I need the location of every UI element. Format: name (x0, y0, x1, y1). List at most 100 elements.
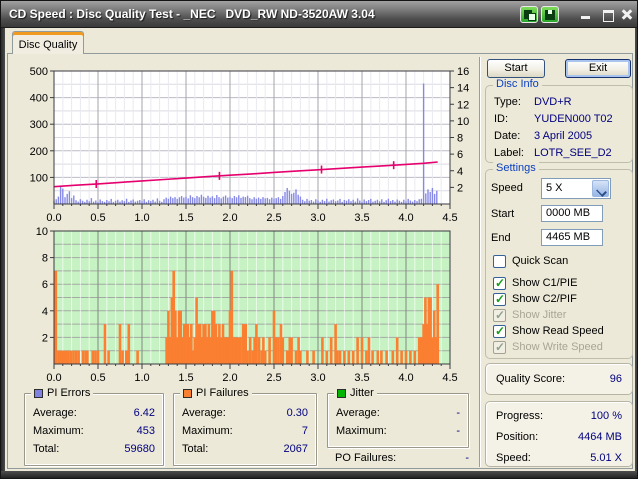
stat-row: Average: - (336, 406, 460, 424)
checkbox-icon (493, 324, 506, 338)
titlebar: CD Speed : Disc Quality Test - _NEC DVD_… (1, 1, 637, 28)
svg-text:12: 12 (457, 99, 469, 111)
svg-text:0.0: 0.0 (46, 372, 61, 384)
disc-info-value: LOTR_SEE_D2 (534, 147, 612, 159)
stat-label: Maximum: (336, 425, 387, 437)
start-button-label: Start (504, 62, 528, 74)
stat-label: Total: (182, 443, 209, 455)
disc-info-label: ID: (494, 113, 509, 125)
speed-select-value: 5 X (546, 182, 563, 194)
disc-info-row: Label: LOTR_SEE_D2 (494, 147, 624, 162)
svg-text:4: 4 (457, 166, 463, 178)
progress-value: 100 % (590, 410, 622, 422)
svg-text:3.5: 3.5 (354, 372, 369, 384)
svg-text:500: 500 (30, 66, 48, 78)
minimize-button[interactable] (579, 8, 593, 21)
checkbox-icon (493, 276, 506, 290)
svg-text:10: 10 (36, 226, 48, 238)
checkbox-label: Show C2/PIF (512, 293, 577, 305)
pi-failures-chart: 2 4 6 8 10 0.0 0.5 1.0 1.5 2.0 2.5 3.0 3.5 4.0 4.5 (7, 223, 477, 385)
tab-disc-quality[interactable]: Disc Quality (12, 31, 84, 54)
chevron-down-icon[interactable] (592, 180, 609, 197)
svg-text:2.0: 2.0 (222, 372, 237, 384)
svg-text:8: 8 (457, 133, 463, 145)
speed-label: Speed (491, 182, 523, 194)
disc-info-value: YUDEN000 T02 (534, 113, 613, 125)
jitter-title: Jitter (350, 387, 374, 399)
svg-text:2.5: 2.5 (266, 372, 281, 384)
po-failures-label: PO Failures: (335, 452, 397, 464)
checkbox-icon (493, 340, 506, 354)
pi-failures-title: PI Failures (196, 387, 249, 399)
jitter-box: Jitter Average: - Maximum: - (327, 387, 469, 448)
svg-text:10: 10 (457, 116, 469, 128)
start-label: Start (491, 208, 515, 220)
svg-text:1.5: 1.5 (178, 372, 193, 384)
end-position-field[interactable]: 4465 MB (541, 229, 603, 246)
status-box: Progress: 100 % Position: 4464 MB Speed:… (485, 401, 633, 467)
speed-label-status: Speed: (496, 452, 531, 464)
speed-value: 5.01 X (590, 452, 622, 464)
svg-text:6: 6 (457, 149, 463, 161)
stat-row: Total: 59680 (33, 442, 155, 460)
checkbox-icon (493, 308, 506, 322)
checkbox-label: Show Read Speed (512, 325, 604, 337)
svg-text:100: 100 (30, 172, 48, 184)
disc-info-label: Type: (494, 96, 521, 108)
svg-text:300: 300 (30, 119, 48, 131)
checkbox-icon (493, 255, 506, 268)
disc-info-value: DVD+R (534, 96, 572, 108)
pi-errors-box: PI Errors Average: 6.42 Maximum: 453 Total… (24, 387, 164, 466)
pi-failures-box: PI Failures Average: 0.30 Maximum: 7 Total… (173, 387, 317, 466)
maximize-button[interactable] (601, 8, 615, 22)
stat-label: Maximum: (182, 425, 233, 437)
jitter-legend: Jitter (334, 387, 377, 399)
tab-label: Disc Quality (18, 39, 78, 51)
svg-text:6: 6 (42, 279, 48, 291)
jitter-swatch-icon (337, 388, 346, 398)
speed-row: Speed: 5.01 X (496, 452, 622, 464)
position-label: Position: (496, 431, 539, 443)
pi-errors-chart: 100 200 300 400 500 2 4 6 8 10 12 14 16 0.0 0.5 1.0 1.5 2… (7, 61, 477, 225)
stat-value: - (456, 407, 460, 419)
po-failures-row: PO Failures: - (335, 452, 469, 464)
exit-button[interactable]: Exit (565, 59, 631, 78)
stat-value: 453 (136, 425, 155, 437)
screenshot-icon[interactable] (520, 6, 538, 23)
pi-failures-swatch-icon (183, 388, 192, 398)
close-button[interactable] (620, 8, 634, 21)
start-button[interactable]: Start (487, 59, 545, 78)
stat-row: Average: 6.42 (33, 406, 155, 424)
app-window: CD Speed : Disc Quality Test - _NEC DVD_… (0, 0, 638, 479)
checkbox-label: Quick Scan (512, 255, 569, 267)
checkbox-label: Show Write Speed (512, 341, 603, 353)
stat-label: Average: (182, 407, 226, 419)
svg-text:4: 4 (42, 306, 48, 318)
end-label: End (491, 232, 511, 244)
progress-row: Progress: 100 % (496, 410, 622, 422)
exit-button-label: Exit (588, 62, 608, 74)
position-row: Position: 4464 MB (496, 431, 622, 443)
stat-label: Average: (33, 407, 77, 419)
quality-score-label: Quality Score: (496, 373, 566, 385)
svg-text:2: 2 (42, 332, 48, 344)
quality-score-box: Quality Score: 96 (485, 363, 633, 395)
svg-text:4.5: 4.5 (442, 372, 457, 384)
stat-value: - (456, 425, 460, 437)
quality-score-value: 96 (609, 373, 622, 385)
stat-row: Total: 2067 (182, 442, 308, 460)
stat-label: Average: (336, 407, 380, 419)
stat-label: Total: (33, 443, 60, 455)
panel-separator (479, 57, 481, 467)
svg-text:0.5: 0.5 (90, 372, 105, 384)
window-title: CD Speed : Disc Quality Test - _NEC DVD_… (9, 7, 375, 21)
stat-value: 6.42 (133, 407, 155, 419)
save-icon[interactable] (541, 6, 559, 23)
disc-info-label: Date: (494, 130, 521, 142)
disc-info-row: ID: YUDEN000 T02 (494, 113, 624, 128)
progress-label: Progress: (496, 410, 544, 422)
start-position-field[interactable]: 0000 MB (541, 205, 603, 222)
checkbox-label: Show Jitter (512, 309, 567, 321)
speed-select[interactable]: 5 X (541, 178, 611, 199)
pi-failures-legend: PI Failures (180, 387, 252, 399)
